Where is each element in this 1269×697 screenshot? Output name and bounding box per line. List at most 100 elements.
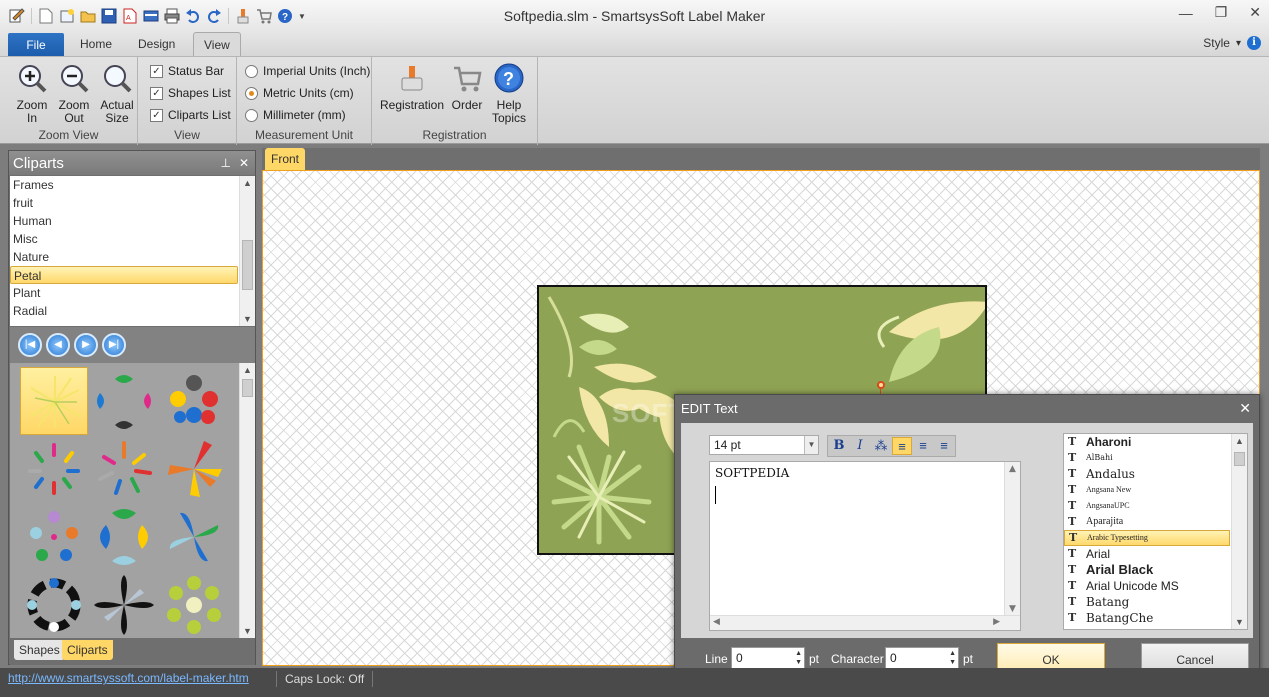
scroll-down-icon[interactable]: ▼ — [240, 626, 255, 636]
status-bar-checkbox[interactable]: ✓ Status Bar — [150, 64, 224, 78]
list-item[interactable]: Radial — [10, 302, 238, 320]
registration-button[interactable]: Registration — [376, 63, 448, 112]
clipart-scrollbar[interactable]: ▲ ▼ — [239, 363, 255, 638]
imperial-units-radio[interactable]: Imperial Units (Inch) — [245, 64, 370, 78]
scroll-down-icon[interactable]: ▼ — [1232, 617, 1247, 627]
cliparts-list-checkbox[interactable]: ✓ Cliparts List — [150, 108, 231, 122]
font-item[interactable]: T Aharoni — [1064, 434, 1230, 450]
font-list[interactable]: T Aharoni T AlBahi T Andalus T Angsana New T… — [1063, 433, 1248, 630]
tab-file[interactable]: File — [8, 33, 64, 57]
clipart-thumbnail[interactable] — [160, 571, 228, 639]
scroll-thumb[interactable] — [1234, 452, 1245, 466]
category-list[interactable]: Frames fruit Human Misc Nature Petal Pla… — [10, 176, 255, 326]
zoom-in-button[interactable]: Zoom In — [12, 63, 52, 125]
font-item[interactable]: T AlBahi — [1064, 450, 1230, 466]
category-scrollbar[interactable]: ▲ ▼ — [239, 176, 255, 326]
scroll-up-icon[interactable]: ▲ — [240, 365, 255, 375]
font-item[interactable]: T Angsana New — [1064, 482, 1230, 498]
align-left-icon[interactable]: ≡ — [892, 437, 912, 455]
clipart-thumbnail[interactable] — [20, 503, 88, 571]
scroll-left-icon[interactable]: ◀ — [713, 617, 720, 627]
clipart-thumbnail[interactable] — [160, 503, 228, 571]
font-item[interactable]: T AngsanaUPC — [1064, 498, 1230, 514]
italic-icon[interactable]: I — [850, 437, 870, 455]
help-topics-button[interactable]: ? Help Topics — [488, 63, 530, 125]
list-item-selected[interactable]: Petal — [10, 266, 238, 284]
rotation-handle[interactable] — [877, 381, 885, 389]
scroll-right-icon[interactable]: ▶ — [993, 617, 1000, 627]
font-item[interactable]: T Arial Unicode MS — [1064, 578, 1230, 594]
font-item[interactable]: T Arial Black — [1064, 562, 1230, 578]
text-editor[interactable]: SOFTPEDIA ▲ ▼ ◀ ▶ — [709, 461, 1021, 631]
font-item[interactable]: T Aparajita — [1064, 514, 1230, 530]
tab-front[interactable]: Front — [265, 148, 306, 170]
clipart-thumbnail[interactable] — [160, 435, 228, 503]
scroll-up-icon[interactable]: ▲ — [240, 178, 255, 188]
truetype-icon: T — [1068, 595, 1077, 608]
zoom-out-button[interactable]: Zoom Out — [54, 63, 94, 125]
clipart-thumbnail[interactable] — [20, 571, 88, 639]
clipart-thumbnail[interactable] — [160, 367, 228, 435]
pin-icon[interactable]: ⊥ — [220, 156, 230, 170]
restore-icon[interactable]: ❐ — [1215, 4, 1228, 21]
list-item[interactable]: fruit — [10, 194, 238, 212]
font-item[interactable]: T Arial — [1064, 546, 1230, 562]
effects-icon[interactable]: ⁂ — [871, 437, 891, 455]
font-item[interactable]: T BatangChe — [1064, 610, 1230, 626]
list-item[interactable]: Plant — [10, 284, 238, 302]
font-name: Andalus — [1086, 467, 1135, 481]
bold-icon[interactable]: B — [829, 437, 849, 455]
clipart-thumbnail[interactable] — [20, 435, 88, 503]
info-icon[interactable]: i — [1247, 36, 1261, 50]
tab-view[interactable]: View — [193, 32, 241, 56]
font-item[interactable]: T Batang — [1064, 594, 1230, 610]
font-item-selected[interactable]: T Arabic Typesetting — [1064, 530, 1230, 546]
clipart-thumbnail[interactable] — [90, 435, 158, 503]
scroll-down-icon[interactable]: ▼ — [240, 314, 255, 324]
metric-units-radio[interactable]: Metric Units (cm) — [245, 86, 354, 100]
tab-home[interactable]: Home — [70, 32, 122, 56]
order-button[interactable]: Order — [448, 63, 486, 112]
scroll-up-icon[interactable]: ▲ — [1005, 464, 1020, 474]
close-icon[interactable]: ✕ — [1249, 4, 1261, 21]
scroll-thumb[interactable] — [242, 379, 253, 397]
tab-design[interactable]: Design — [128, 32, 185, 56]
clipart-thumbnail[interactable] — [90, 571, 158, 639]
tab-cliparts[interactable]: Cliparts — [62, 640, 113, 660]
stepper-arrows-icon[interactable]: ▲ ▼ — [795, 649, 802, 667]
font-list-scrollbar[interactable]: ▲ ▼ — [1231, 434, 1247, 629]
font-item[interactable]: T Andalus — [1064, 466, 1230, 482]
align-center-icon[interactable]: ≡ — [913, 437, 933, 455]
shapes-list-checkbox[interactable]: ✓ Shapes List — [150, 86, 231, 100]
list-item[interactable]: Frames — [10, 176, 238, 194]
scroll-down-icon[interactable]: ▼ — [1005, 604, 1020, 614]
clipart-thumbnail[interactable] — [90, 367, 158, 435]
clipart-thumbnail[interactable] — [90, 503, 158, 571]
millimeter-radio[interactable]: Millimeter (mm) — [245, 108, 346, 122]
previous-page-icon[interactable]: ◀ — [46, 333, 70, 357]
scroll-thumb[interactable] — [242, 240, 253, 290]
text-vertical-scrollbar[interactable]: ▲ ▼ — [1004, 462, 1020, 616]
clipart-thumbnail[interactable] — [20, 367, 88, 435]
list-item[interactable]: Nature — [10, 248, 238, 266]
close-icon[interactable]: ✕ — [1239, 400, 1251, 417]
style-menu[interactable]: Style ▾ i — [1203, 36, 1261, 50]
next-page-icon[interactable]: ▶ — [74, 333, 98, 357]
line-spacing-stepper[interactable]: 0 ▲ ▼ — [731, 647, 805, 669]
website-link[interactable]: http://www.smartsyssoft.com/label-maker.… — [8, 671, 249, 685]
chevron-down-icon[interactable]: ▼ — [804, 436, 818, 454]
character-spacing-stepper[interactable]: 0 ▲ ▼ — [885, 647, 959, 669]
list-item[interactable]: Misc — [10, 230, 238, 248]
minimize-icon[interactable]: — — [1179, 5, 1193, 21]
actual-size-button[interactable]: Actual Size — [96, 63, 138, 125]
scroll-up-icon[interactable]: ▲ — [1232, 436, 1247, 446]
font-size-select[interactable]: 14 pt ▼ — [709, 435, 819, 455]
align-right-icon[interactable]: ≡ — [934, 437, 954, 455]
text-horizontal-scrollbar[interactable]: ◀ ▶ — [710, 615, 1020, 630]
close-icon[interactable]: ✕ — [239, 156, 249, 170]
last-page-icon[interactable]: ▶| — [102, 333, 126, 357]
tab-shapes[interactable]: Shapes — [14, 640, 65, 660]
first-page-icon[interactable]: |◀ — [18, 333, 42, 357]
stepper-arrows-icon[interactable]: ▲ ▼ — [949, 649, 956, 667]
list-item[interactable]: Human — [10, 212, 238, 230]
